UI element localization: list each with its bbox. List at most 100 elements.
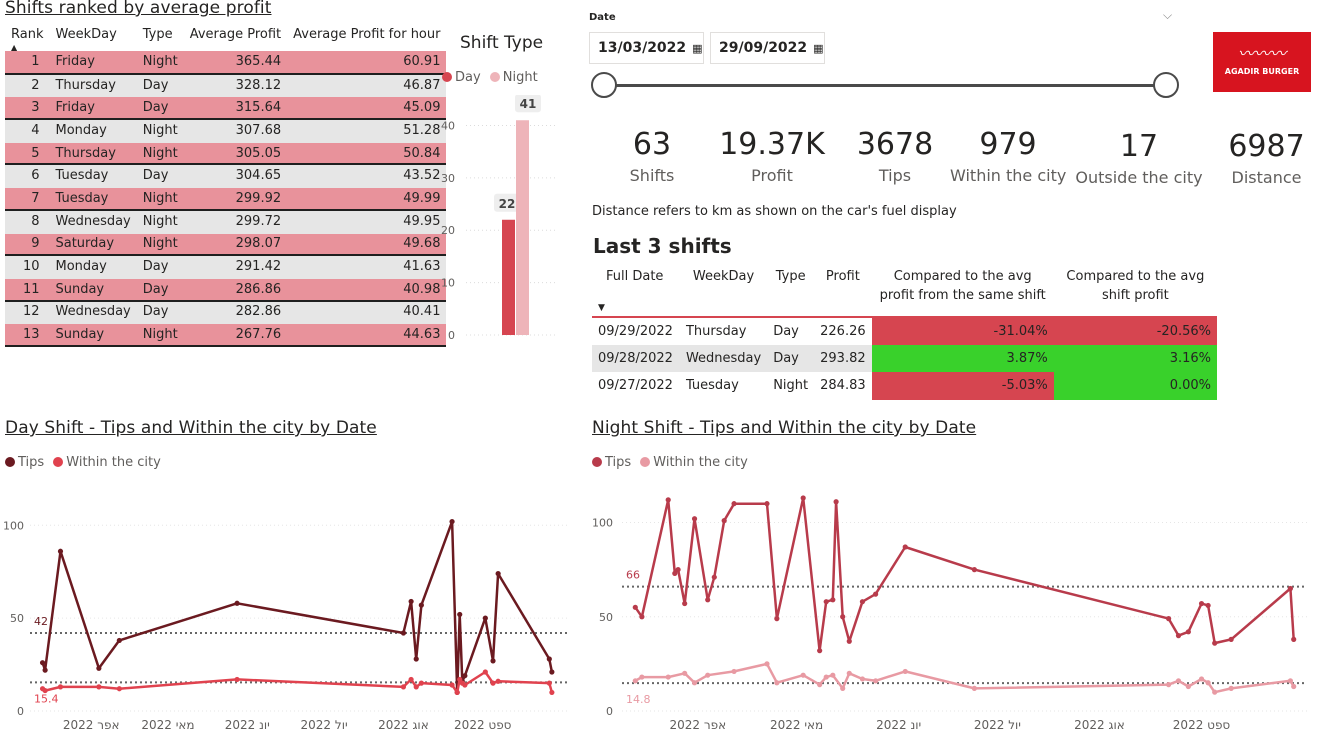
- ranking-col-weekday[interactable]: WeekDay: [49, 27, 136, 51]
- last-shifts-title: Last 3 shifts: [593, 234, 732, 258]
- date-slider-end-handle[interactable]: [1153, 72, 1179, 98]
- ranking-row[interactable]: 1 Friday Night 365.44 60.91: [5, 51, 447, 75]
- kpi-outside-city-label: Outside the city: [1075, 168, 1203, 187]
- date-start-input[interactable]: 13/03/2022 ▦: [589, 32, 704, 64]
- data-point: [1185, 629, 1191, 635]
- ranking-row[interactable]: 11 Sunday Day 286.86 40.98: [5, 277, 447, 302]
- data-point: [632, 678, 638, 684]
- avg-profit-cell: 286.86: [183, 277, 288, 302]
- type-cell: Night: [136, 141, 184, 166]
- weekday-cell: Thursday: [49, 73, 137, 98]
- date-end-input[interactable]: 29/09/2022 ▦: [710, 32, 825, 64]
- date-slider-track[interactable]: [604, 84, 1166, 87]
- ranking-col-rank-label: Rank: [11, 27, 44, 42]
- data-point: [57, 548, 64, 554]
- ranking-row[interactable]: 13 Sunday Night 267.76 44.63: [5, 323, 447, 347]
- legend-day-tips[interactable]: Tips: [5, 455, 44, 470]
- weekday-cell: Saturday: [49, 232, 137, 257]
- ranking-row[interactable]: 6 Tuesday Day 304.65 43.52: [5, 164, 447, 189]
- ranking-row[interactable]: 8 Wednesday Night 299.72 49.95: [5, 209, 447, 234]
- y-tick-label: 50: [599, 611, 613, 624]
- ranking-col-avg-profit[interactable]: Average Profit: [184, 27, 287, 51]
- type-cell: Night: [136, 323, 184, 347]
- last-weekday-cell: Wednesday: [685, 350, 762, 366]
- x-tick-label: ספט 2022: [454, 718, 512, 732]
- legend-night-dot: [489, 72, 500, 82]
- cmp-avg-cell: -20.56%: [1053, 317, 1217, 345]
- last-col-cmp-same[interactable]: Compared to the avg profit from the same…: [872, 267, 1054, 317]
- data-point: [682, 600, 688, 607]
- y-tick-label: 0: [17, 705, 24, 718]
- legend-night-within[interactable]: Within the city: [640, 455, 748, 470]
- calendar-icon[interactable]: ▦: [813, 42, 823, 55]
- data-point: [846, 670, 852, 676]
- avg-profit-cell: 328.12: [183, 73, 288, 98]
- ranking-row[interactable]: 12 Wednesday Day 282.86 40.41: [5, 300, 447, 325]
- type-cell: Day: [136, 164, 184, 189]
- data-point: [817, 682, 823, 688]
- calendar-icon[interactable]: ▦: [692, 42, 702, 55]
- last-col-cmp-avg[interactable]: Compared to the avg shift profit: [1054, 267, 1217, 317]
- data-point: [873, 591, 879, 597]
- y-tick-label: 40: [441, 119, 455, 132]
- x-tick-label: אפר 2022: [63, 718, 120, 732]
- data-point: [234, 600, 240, 606]
- x-tick-label: ספט 2022: [1173, 718, 1231, 732]
- data-point: [546, 656, 552, 662]
- last-shift-row[interactable]: 09/27/2022 Tuesday Night 284.83 -5.03% 0.00%: [592, 372, 1217, 400]
- y-tick-label: 20: [441, 224, 455, 237]
- data-label: 41: [520, 97, 537, 111]
- x-tick-label: מאי 2022: [141, 718, 194, 732]
- ranking-row[interactable]: 9 Saturday Night 298.07 49.68: [5, 232, 447, 257]
- ranking-row[interactable]: 3 Friday Day 315.64 45.09: [5, 96, 447, 121]
- legend-day-within[interactable]: Within the city: [53, 455, 161, 470]
- weekday-cell: Wednesday: [49, 209, 137, 234]
- ranking-row[interactable]: 2 Thursday Day 328.12 46.87: [5, 73, 447, 98]
- data-point: [711, 574, 717, 580]
- kpi-shifts: 63 Shifts: [602, 127, 702, 185]
- legend-night[interactable]: Night: [489, 70, 538, 85]
- ranking-col-rank[interactable]: Rank ▲: [5, 27, 49, 52]
- kpi-distance-label: Distance: [1231, 168, 1302, 187]
- data-point: [482, 615, 488, 621]
- data-point: [116, 686, 122, 692]
- kpi-shifts-label: Shifts: [629, 166, 675, 185]
- avg-profit-cell: 267.76: [183, 323, 288, 347]
- data-point: [840, 614, 846, 620]
- ranking-row[interactable]: 5 Thursday Night 305.05 50.84: [5, 141, 447, 166]
- data-point: [1291, 683, 1297, 690]
- data-point: [800, 672, 806, 678]
- last-profit-cell: 284.83: [820, 378, 866, 394]
- legend-day[interactable]: Day: [442, 70, 481, 85]
- ranking-col-avg-profit-hour[interactable]: Average Profit for hour: [287, 27, 446, 51]
- last-col-weekday[interactable]: WeekDay: [680, 267, 767, 317]
- last-shift-row[interactable]: 09/29/2022 Thursday Day 226.26 -31.04% -20.56…: [592, 317, 1217, 345]
- x-tick-label: מאי 2022: [770, 718, 823, 732]
- data-point: [691, 680, 698, 686]
- last-col-full-date[interactable]: Full Date ▼: [592, 267, 680, 317]
- weekday-cell: Tuesday: [49, 187, 137, 211]
- data-point: [42, 667, 48, 673]
- data-point: [840, 685, 846, 691]
- type-cell: Day: [136, 73, 184, 98]
- last-shift-row[interactable]: 09/28/2022 Wednesday Day 293.82 3.87% 3.16%: [592, 344, 1217, 373]
- date-slider-start-handle[interactable]: [591, 72, 617, 98]
- last-col-profit[interactable]: Profit: [814, 267, 872, 317]
- sort-desc-icon: ▼: [598, 303, 605, 313]
- data-point: [413, 656, 419, 662]
- logo-text: AGADIR BURGER: [1224, 67, 1300, 76]
- data-point: [1205, 602, 1211, 609]
- ranking-row[interactable]: 7 Tuesday Night 299.92 49.99: [5, 187, 447, 211]
- avg-profit-hour-cell: 46.87: [287, 73, 447, 98]
- legend-night-tips[interactable]: Tips: [592, 455, 631, 470]
- ranking-col-type[interactable]: Type: [137, 27, 184, 51]
- data-point: [462, 673, 468, 679]
- ranking-row[interactable]: 10 Monday Day 291.42 41.63: [5, 255, 447, 279]
- ranking-row[interactable]: 4 Monday Night 307.68 51.28: [5, 119, 447, 143]
- last-col-full-date-label: Full Date: [606, 269, 664, 284]
- ranking-table-wrapper: Rank ▲ WeekDay Type Average Profit Avera…: [5, 27, 447, 347]
- chevron-down-icon[interactable]: ⌵: [1163, 8, 1172, 23]
- data-point: [764, 661, 770, 667]
- date-start-value: 13/03/2022: [598, 40, 687, 56]
- last-col-type[interactable]: Type: [767, 267, 814, 317]
